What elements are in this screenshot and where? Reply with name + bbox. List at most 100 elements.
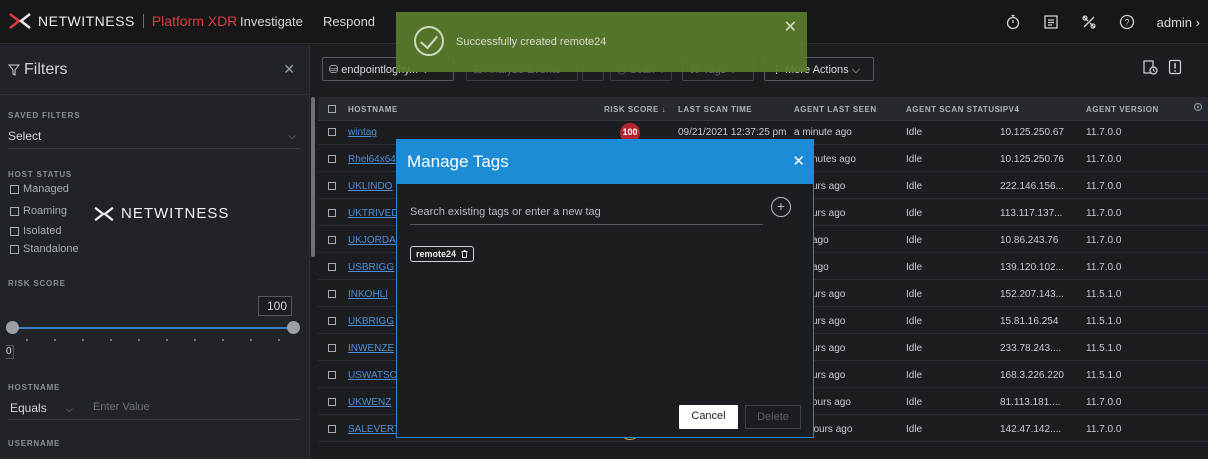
checkbox[interactable] <box>10 226 19 236</box>
agent-scan-status: Idle <box>906 235 923 246</box>
ipv4-address: 10.125.250.67 <box>1000 127 1064 138</box>
nav-respond[interactable]: Respond <box>323 14 375 29</box>
column-hostname[interactable]: HOSTNAME <box>348 105 398 114</box>
risk-slider-min-handle[interactable] <box>6 321 19 334</box>
row-checkbox[interactable] <box>328 128 336 136</box>
host-status-standalone[interactable]: Standalone <box>10 243 79 255</box>
host-status-isolated[interactable]: Isolated <box>10 225 62 237</box>
host-status-roaming[interactable]: Roaming <box>10 205 67 217</box>
investigate-log-icon[interactable] <box>1043 14 1059 30</box>
row-checkbox[interactable] <box>328 317 336 325</box>
row-checkbox[interactable] <box>328 425 336 433</box>
column-ipv4[interactable]: IPV4 <box>1000 105 1019 114</box>
checkbox[interactable] <box>10 206 19 216</box>
agent-scan-status: Idle <box>906 397 923 408</box>
agent-scan-status: Idle <box>906 154 923 165</box>
tag-chip: remote24 <box>410 246 475 262</box>
column-agent-scan-status[interactable]: AGENT SCAN STATUS <box>906 105 1000 114</box>
hostname-link[interactable]: UKWENZ <box>348 397 391 408</box>
last-scan-time: 09/21/2021 12:37:25 pm <box>678 127 787 138</box>
modal-title: Manage Tags <box>407 152 509 171</box>
timer-icon[interactable] <box>1005 14 1021 30</box>
hostname-link[interactable]: UKLINDO <box>348 181 392 192</box>
nav-investigate[interactable]: Investigate <box>240 14 303 29</box>
hostname-link[interactable]: UKJORDA <box>348 235 396 246</box>
agent-last-seen: a minute ago <box>794 127 852 138</box>
select-all-checkbox[interactable] <box>328 105 336 113</box>
agent-last-seen: urs ago <box>812 289 846 300</box>
alert-panel-icon[interactable] <box>1168 59 1182 75</box>
column-agent-last-seen[interactable]: AGENT LAST SEEN <box>794 105 877 114</box>
row-checkbox[interactable] <box>328 236 336 244</box>
row-checkbox[interactable] <box>328 209 336 217</box>
hostname-link[interactable]: Rhel64x64 <box>348 154 396 165</box>
agent-last-seen: ours ago <box>812 397 851 408</box>
success-toast: Successfully created remote24 ✕ <box>396 12 807 72</box>
tools-icon[interactable] <box>1081 14 1097 30</box>
risk-max-input[interactable]: 100 <box>258 296 292 316</box>
row-checkbox[interactable] <box>328 263 336 271</box>
top-icons: ? admin › <box>1005 11 1208 33</box>
hostname-label: HOSTNAME <box>8 383 61 392</box>
host-status-managed[interactable]: Managed <box>10 183 69 195</box>
agent-last-seen: urs ago <box>812 343 846 354</box>
hostname-link[interactable]: UKTRIVED <box>348 208 399 219</box>
row-checkbox[interactable] <box>328 182 336 190</box>
trash-icon[interactable] <box>461 250 468 258</box>
risk-score-label: RISK SCORE <box>8 279 66 288</box>
saved-filters-value: Select <box>8 129 42 143</box>
agent-scan-status: Idle <box>906 181 923 192</box>
column-last-scan-time[interactable]: LAST SCAN TIME <box>678 105 752 114</box>
delete-button[interactable]: Delete <box>745 405 801 429</box>
cancel-button[interactable]: Cancel <box>679 405 738 429</box>
modal-close-icon[interactable]: ✕ <box>792 152 805 170</box>
add-tag-plus-icon[interactable]: + <box>771 197 791 217</box>
agent-version: 11.5.1.0 <box>1086 370 1122 381</box>
brand[interactable]: NETWITNESS Platform XDR <box>8 12 237 30</box>
user-menu[interactable]: admin › <box>1157 15 1200 30</box>
hostname-operator-select[interactable]: Equals ⌵ <box>10 401 73 415</box>
hostname-link[interactable]: INKOHLI <box>348 289 388 300</box>
risk-slider-track[interactable] <box>12 327 294 329</box>
ipv4-address: 152.207.143... <box>1000 289 1064 300</box>
saved-filters-select[interactable]: Select ⌵ <box>8 129 300 149</box>
filters-header: Filters ✕ <box>0 45 309 95</box>
hostname-link[interactable]: USBRIGG <box>348 262 394 273</box>
column-agent-version[interactable]: AGENT VERSION <box>1086 105 1159 114</box>
tag-chip-label: remote24 <box>416 249 457 259</box>
help-icon[interactable]: ? <box>1119 14 1135 30</box>
hostname-link[interactable]: wintag <box>348 127 377 138</box>
agent-scan-status: Idle <box>906 316 923 327</box>
checkbox[interactable] <box>10 244 19 254</box>
download-history-icon[interactable] <box>1142 59 1158 75</box>
filters-close-icon[interactable]: ✕ <box>283 61 295 78</box>
hostname-link[interactable]: USWATSO <box>348 370 397 381</box>
row-checkbox[interactable] <box>328 290 336 298</box>
filters-scrollbar[interactable] <box>311 97 315 257</box>
row-checkbox[interactable] <box>328 398 336 406</box>
hostname-link[interactable]: UKBRIGG <box>348 316 394 327</box>
chevron-down-icon: ⌵ <box>851 64 861 76</box>
hostname-link[interactable]: INWENZE <box>348 343 394 354</box>
chevron-down-icon: ⌵ <box>66 404 73 414</box>
row-checkbox[interactable] <box>328 371 336 379</box>
risk-min-input[interactable]: 0 <box>6 345 14 359</box>
agent-last-seen: urs ago <box>812 316 846 327</box>
row-checkbox[interactable] <box>328 344 336 352</box>
netwitness-logo-icon <box>94 206 114 221</box>
row-checkbox[interactable] <box>328 155 336 163</box>
toast-close-icon[interactable]: ✕ <box>784 20 797 36</box>
hostname-value-input[interactable]: Enter Value <box>93 401 150 413</box>
modal-header: Manage Tags ✕ <box>397 140 813 184</box>
checkbox[interactable] <box>10 184 19 194</box>
watermark-text: NETWITNESS <box>121 205 230 222</box>
chevron-down-icon: ⌵ <box>288 131 296 142</box>
ipv4-address: 81.113.181.... <box>1000 397 1061 408</box>
agent-scan-status: Idle <box>906 289 923 300</box>
column-settings-gear-icon[interactable] <box>1192 101 1204 113</box>
saved-filters-label: SAVED FILTERS <box>8 111 81 120</box>
column-risk-score[interactable]: RISK SCORE ↓ <box>604 105 666 114</box>
filters-title-text: Filters <box>24 61 68 78</box>
risk-slider-max-handle[interactable] <box>287 321 300 334</box>
tag-search-input[interactable]: Search existing tags or enter a new tag <box>410 203 763 225</box>
